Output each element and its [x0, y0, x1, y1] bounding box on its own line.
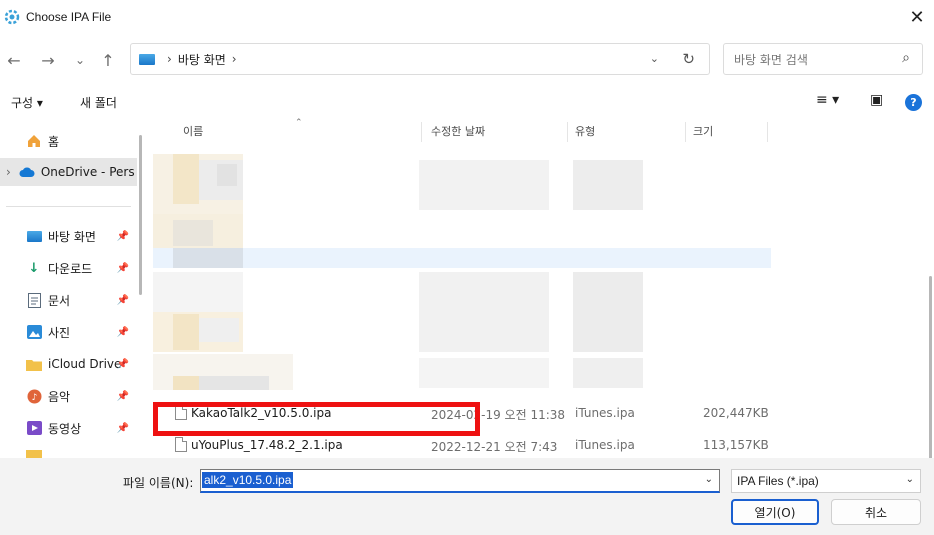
picture-icon — [26, 324, 42, 340]
home-icon — [26, 133, 42, 149]
window-title: Choose IPA File — [26, 10, 112, 24]
sidebar-item-label: 음악 — [48, 389, 71, 404]
search-input[interactable]: 바탕 화면 검색 ⌕ — [723, 43, 923, 75]
sidebar-item-home[interactable]: 홈 — [0, 127, 137, 155]
navigation-bar: ← → ⌄ ↑ › 바탕 화면 › ⌄ ↻ 바탕 화면 검색 ⌕ — [0, 40, 934, 80]
help-icon[interactable]: ? — [905, 94, 922, 111]
breadcrumb-separator-icon: › — [167, 52, 172, 66]
sort-ascending-icon: ⌃ — [295, 118, 303, 128]
recent-locations-chevron-icon[interactable]: ⌄ — [71, 51, 89, 69]
cloud-icon — [19, 164, 35, 180]
sidebar-item-onedrive[interactable]: › OneDrive - Pers — [0, 158, 137, 186]
sidebar-item-label: 바탕 화면 — [48, 229, 96, 244]
column-header-type[interactable]: 유형 — [575, 118, 595, 144]
view-options-icon[interactable]: ≡ ▾ — [816, 92, 839, 108]
video-icon — [26, 420, 42, 436]
address-bar[interactable]: › 바탕 화면 › ⌄ ↻ — [130, 43, 710, 75]
app-gear-icon — [4, 9, 20, 25]
breadcrumb-desktop[interactable]: 바탕 화면 — [178, 51, 226, 68]
sidebar-item-pictures[interactable]: 사진 📌 — [0, 318, 137, 346]
filename-label: 파일 이름(N): — [123, 476, 194, 490]
download-icon: ↓ — [28, 260, 40, 276]
pin-icon[interactable]: 📌 — [117, 231, 129, 242]
pin-icon[interactable]: 📌 — [117, 295, 129, 306]
file-size: 202,447KB — [703, 406, 769, 420]
command-toolbar: 구성 ▾ 새 폴더 ≡ ▾ ▣ ? — [0, 86, 934, 118]
column-divider[interactable] — [567, 122, 568, 142]
close-icon[interactable]: ✕ — [906, 6, 928, 28]
file-type: iTunes.ipa — [575, 438, 635, 452]
expand-chevron-icon[interactable]: › — [6, 165, 11, 179]
filename-dropdown-icon[interactable]: ⌄ — [705, 474, 713, 485]
desktop-location-icon — [139, 53, 155, 65]
open-button[interactable]: 열기(O) — [731, 499, 819, 525]
folder-icon — [26, 356, 42, 372]
file-date: 2022-12-21 오전 7:43 — [431, 440, 558, 454]
sidebar-scrollbar[interactable] — [139, 135, 142, 295]
file-size: 113,157KB — [703, 438, 769, 452]
column-header-size[interactable]: 크기 — [693, 118, 713, 144]
sidebar-item-label: 사진 — [48, 325, 71, 340]
refresh-icon[interactable]: ↻ — [682, 50, 695, 68]
preview-pane-icon[interactable]: ▣ — [870, 92, 883, 108]
file-name: uYouPlus_17.48.2_2.1.ipa — [191, 438, 343, 452]
forward-arrow-icon[interactable]: → — [39, 51, 57, 70]
pin-icon[interactable]: 📌 — [117, 391, 129, 402]
filename-value: alk2_v10.5.0.ipa — [202, 472, 294, 488]
column-divider[interactable] — [767, 122, 768, 142]
sidebar-item-downloads[interactable]: ↓ 다운로드 📌 — [0, 254, 137, 282]
sidebar-item-videos[interactable]: 동영상 📌 — [0, 414, 137, 442]
sidebar-item-label: OneDrive - Pers — [40, 165, 135, 179]
filter-dropdown-icon[interactable]: ⌄ — [906, 474, 914, 485]
sidebar-item-label: iCloud Drive — [48, 357, 122, 371]
sidebar-item-music[interactable]: ♪ 음악 📌 — [0, 382, 137, 410]
pin-icon[interactable]: 📌 — [117, 359, 129, 370]
desktop-icon — [26, 228, 42, 244]
file-type-filter-select[interactable]: IPA Files (*.ipa) ⌄ — [731, 469, 921, 493]
svg-text:♪: ♪ — [31, 393, 37, 403]
pin-icon[interactable]: 📌 — [117, 327, 129, 338]
column-divider[interactable] — [685, 122, 686, 142]
search-placeholder: 바탕 화면 검색 — [734, 52, 808, 67]
sidebar-item-desktop[interactable]: 바탕 화면 📌 — [0, 222, 137, 250]
blurred-file-entries — [153, 154, 773, 394]
pin-icon[interactable]: 📌 — [117, 423, 129, 434]
sidebar-item-label: 다운로드 — [48, 261, 93, 276]
back-arrow-icon[interactable]: ← — [5, 51, 23, 70]
up-arrow-icon[interactable]: ↑ — [99, 51, 117, 70]
sidebar-item-documents[interactable]: 문서 📌 — [0, 286, 137, 314]
navigation-pane: 홈 › OneDrive - Pers 바탕 화면 📌 ↓ 다운로드 📌 문서 … — [0, 120, 137, 458]
file-icon — [175, 437, 187, 452]
sidebar-item-label: 동영상 — [48, 421, 82, 436]
folder-icon — [26, 450, 42, 458]
music-icon: ♪ — [26, 388, 42, 404]
sidebar-item-label: 홈 — [48, 134, 60, 149]
sidebar-item-icloud-drive[interactable]: iCloud Drive 📌 — [0, 350, 137, 378]
title-bar: Choose IPA File ✕ — [0, 0, 934, 34]
dialog-footer: 파일 이름(N): alk2_v10.5.0.ipa ⌄ IPA Files (… — [0, 458, 934, 535]
pin-icon[interactable]: 📌 — [117, 263, 129, 274]
address-dropdown-icon[interactable]: ⌄ — [650, 52, 659, 65]
file-list-scrollbar[interactable] — [929, 276, 932, 458]
document-icon — [26, 292, 42, 308]
filename-input[interactable]: alk2_v10.5.0.ipa ⌄ — [200, 469, 720, 493]
highlight-annotation-box — [153, 402, 480, 436]
sidebar-divider — [6, 206, 131, 207]
new-folder-button[interactable]: 새 폴더 — [80, 94, 117, 111]
column-header-name[interactable]: 이름 — [183, 118, 203, 144]
sidebar-item-label: 문서 — [48, 293, 71, 308]
cancel-button[interactable]: 취소 — [831, 499, 921, 525]
breadcrumb-separator-icon[interactable]: › — [232, 52, 237, 66]
organize-button[interactable]: 구성 ▾ — [11, 94, 43, 111]
column-divider[interactable] — [421, 122, 422, 142]
filter-value: IPA Files (*.ipa) — [737, 474, 819, 488]
file-type: iTunes.ipa — [575, 406, 635, 420]
search-icon[interactable]: ⌕ — [902, 50, 910, 66]
column-header-date[interactable]: 수정한 날짜 — [431, 118, 485, 144]
